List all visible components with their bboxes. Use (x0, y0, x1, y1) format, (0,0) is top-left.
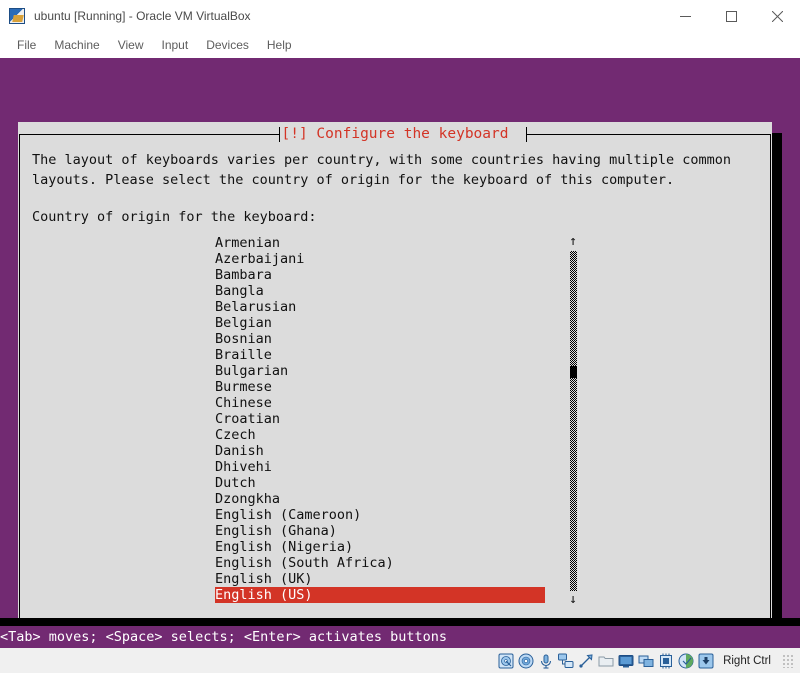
list-item[interactable]: English (UK) (215, 571, 545, 587)
list-item[interactable]: Belgian (215, 315, 545, 331)
list-item-label: English (Ghana) (215, 523, 337, 539)
list-item[interactable]: Braille (215, 347, 545, 363)
country-list[interactable]: Armenian Azerbaijani Bambara Bangla Belarusi… (215, 235, 545, 603)
list-item[interactable]: Danish (215, 443, 545, 459)
menu-input[interactable]: Input (153, 35, 198, 55)
remote-desktop-icon[interactable] (637, 652, 654, 669)
list-item[interactable]: English (US) (215, 587, 545, 603)
list-item-label: Czech (215, 427, 256, 443)
list-item[interactable]: English (Cameroon) (215, 507, 545, 523)
list-item[interactable]: Bangla (215, 283, 545, 299)
statusbar: Right Ctrl (0, 648, 800, 673)
window-title: ubuntu [Running] - Oracle VM VirtualBox (34, 9, 251, 23)
help-bar: <Tab> moves; <Space> selects; <Enter> ac… (0, 626, 800, 648)
list-item[interactable]: Czech (215, 427, 545, 443)
list-item[interactable]: Croatian (215, 411, 545, 427)
dialog-border-right (770, 134, 771, 648)
virtualbox-window: ubuntu [Running] - Oracle VM VirtualBox … (0, 0, 800, 673)
list-item[interactable]: Bambara (215, 267, 545, 283)
list-item[interactable]: Dhivehi (215, 459, 545, 475)
dialog-description: The layout of keyboards varies per count… (32, 152, 731, 188)
list-item-label: Belarusian (215, 299, 297, 315)
list-item-label: Bosnian (215, 331, 272, 347)
minimize-icon[interactable] (662, 0, 708, 32)
network-icon[interactable] (557, 652, 574, 669)
scroll-up-arrow-icon[interactable]: ↑ (562, 235, 584, 249)
list-item-label: Dhivehi (215, 459, 272, 475)
list-item-label: Chinese (215, 395, 272, 411)
scroll-down-arrow-icon[interactable]: ↓ (562, 593, 584, 607)
mouse-integration-icon[interactable] (677, 652, 694, 669)
dialog-border-left (19, 134, 20, 648)
installer-dialog: [!] Configure the keyboard The layout of… (18, 122, 772, 648)
screen-black-strip (0, 618, 800, 626)
list-item-label: Bambara (215, 267, 272, 283)
list-item-label: Burmese (215, 379, 272, 395)
list-item[interactable]: Azerbaijani (215, 251, 545, 267)
list-item[interactable]: English (Nigeria) (215, 539, 545, 555)
list-item-label: English (UK) (215, 571, 313, 587)
list-item-label: Braille (215, 347, 272, 363)
menu-machine[interactable]: Machine (45, 35, 108, 55)
optical-disk-icon[interactable] (517, 652, 534, 669)
hard-disk-icon[interactable] (497, 652, 514, 669)
list-item-label: Armenian (215, 235, 281, 251)
maximize-icon[interactable] (708, 0, 754, 32)
menubar: File Machine View Input Devices Help (0, 32, 800, 58)
list-item-label: English (US) (215, 587, 313, 603)
list-item[interactable]: English (Ghana) (215, 523, 545, 539)
scrollbar-thumb[interactable] (570, 365, 577, 378)
list-item[interactable]: Dutch (215, 475, 545, 491)
host-key-label: Right Ctrl (723, 654, 771, 667)
list-scrollbar[interactable]: ↑ ↓ (562, 235, 584, 607)
list-item-label: Bangla (215, 283, 264, 299)
list-item-label: Dzongkha (215, 491, 281, 507)
list-item[interactable]: Burmese (215, 379, 545, 395)
display-icon[interactable] (617, 652, 634, 669)
menu-view[interactable]: View (109, 35, 153, 55)
list-item[interactable]: English (South Africa) (215, 555, 545, 571)
list-item[interactable]: Dzongkha (215, 491, 545, 507)
list-item-label: English (South Africa) (215, 555, 394, 571)
window-controls (662, 0, 800, 32)
list-item-label: Azerbaijani (215, 251, 305, 267)
menu-devices[interactable]: Devices (197, 35, 258, 55)
window-titlebar: ubuntu [Running] - Oracle VM VirtualBox (0, 0, 800, 32)
list-item-label: Bulgarian (215, 363, 289, 379)
menu-help[interactable]: Help (258, 35, 301, 55)
list-item-label: Dutch (215, 475, 256, 491)
list-item[interactable]: Bosnian (215, 331, 545, 347)
guest-screen[interactable]: [!] Configure the keyboard The layout of… (0, 58, 800, 648)
list-item-label: English (Cameroon) (215, 507, 362, 523)
audio-icon[interactable] (537, 652, 554, 669)
list-item[interactable]: Chinese (215, 395, 545, 411)
list-item-label: Danish (215, 443, 264, 459)
virtualbox-icon (9, 8, 25, 24)
dialog-prompt: Country of origin for the keyboard: (32, 209, 317, 225)
list-item[interactable]: Armenian (215, 235, 545, 251)
usb-icon[interactable] (577, 652, 594, 669)
scrollbar-track[interactable] (570, 251, 577, 591)
menu-file[interactable]: File (8, 35, 45, 55)
statusbar-icons: Right Ctrl (497, 652, 794, 669)
list-item-label: English (Nigeria) (215, 539, 354, 555)
dialog-title: [!] Configure the keyboard (281, 126, 509, 142)
host-key-icon[interactable] (697, 652, 714, 669)
list-item[interactable]: Bulgarian (215, 363, 545, 379)
list-item[interactable]: Belarusian (215, 299, 545, 315)
close-icon[interactable] (754, 0, 800, 32)
list-item-label: Belgian (215, 315, 272, 331)
resize-grip-icon[interactable] (782, 653, 794, 668)
cpu-icon[interactable] (657, 652, 674, 669)
shared-folders-icon[interactable] (597, 652, 614, 669)
list-item-label: Croatian (215, 411, 281, 427)
